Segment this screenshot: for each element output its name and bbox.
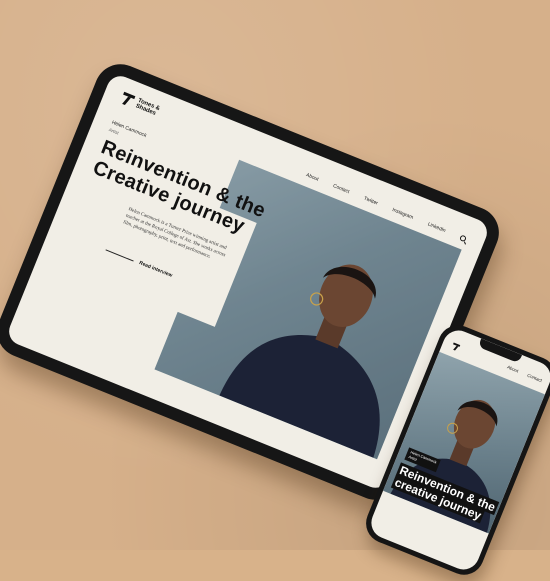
nav-instagram[interactable]: Instagram	[391, 207, 414, 221]
search-icon[interactable]	[459, 234, 467, 243]
nav-twitter[interactable]: Twitter	[363, 196, 379, 207]
nav-contact[interactable]: Contact	[332, 183, 350, 195]
phone-nav-contact[interactable]: Contact	[527, 373, 543, 383]
site-logo[interactable]: Tones & Shades	[120, 92, 165, 120]
logo-mark-icon[interactable]	[451, 342, 460, 351]
logo-mark-icon	[120, 92, 136, 108]
nav-linkedin[interactable]: LinkedIn	[427, 221, 447, 234]
phone-nav-about[interactable]: About	[506, 364, 519, 373]
nav-about[interactable]: About	[305, 172, 319, 182]
brand-name: Tones & Shades	[134, 97, 161, 117]
